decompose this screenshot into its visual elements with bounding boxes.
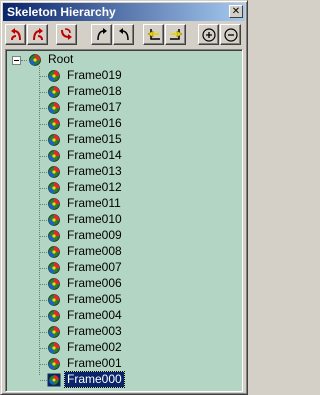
bone-node-icon — [48, 326, 60, 338]
tree-connector — [40, 332, 47, 333]
skeleton-tree[interactable]: Root Frame019 Frame018 Frame017 Frame016 Fra… — [5, 49, 243, 392]
plus-circle-icon — [202, 28, 216, 42]
bone-node-icon — [48, 262, 60, 274]
bone-node-icon — [48, 134, 60, 146]
tree-connector — [40, 284, 47, 285]
yellow-arrow-right-icon — [170, 29, 183, 40]
tree-node-label: Frame015 — [67, 132, 122, 146]
tree-connector — [40, 236, 47, 237]
tree-connector — [40, 252, 47, 253]
bone-node-icon — [29, 54, 41, 66]
tree-connector — [40, 76, 47, 77]
tree-node-label: Frame001 — [67, 356, 122, 370]
bone-node-icon — [48, 246, 60, 258]
move-down-button[interactable] — [113, 24, 134, 45]
red-arrow-up-right-icon — [33, 28, 43, 41]
tree-node-label: Frame003 — [67, 324, 122, 338]
bone-node-icon — [48, 70, 60, 82]
bone-node-icon — [48, 150, 60, 162]
tree-node-label: Frame017 — [67, 100, 122, 114]
tree-node-label: Frame010 — [67, 212, 122, 226]
move-up-button[interactable] — [91, 24, 112, 45]
tree-node-label: Frame008 — [67, 244, 122, 258]
tree-connector — [40, 380, 47, 381]
demote-button[interactable] — [165, 24, 186, 45]
tree-node-label: Frame013 — [67, 164, 122, 178]
bone-node-icon — [48, 86, 60, 98]
tree-node-label: Frame011 — [67, 196, 121, 210]
tree-connector — [40, 364, 47, 365]
yellow-arrow-left-icon — [147, 29, 160, 40]
bone-node-icon — [48, 102, 60, 114]
tree-node-label: Frame005 — [67, 292, 122, 306]
close-button[interactable]: ✕ — [229, 5, 243, 18]
bone-node-icon — [48, 358, 60, 370]
close-icon: ✕ — [231, 6, 241, 17]
bone-node-icon — [48, 294, 60, 306]
tree-node-label: Frame000 — [64, 371, 125, 388]
rotate-bone-button[interactable] — [56, 24, 77, 45]
bone-node-icon — [48, 230, 60, 242]
tree-node-label: Frame019 — [67, 68, 122, 82]
tree-connector — [40, 140, 47, 141]
tree-connector — [40, 316, 47, 317]
tree-node-label: Frame016 — [67, 116, 122, 130]
tree-connector — [40, 156, 47, 157]
skeleton-hierarchy-window: Skeleton Hierarchy ✕ Root Frame019 Frame… — [0, 0, 248, 395]
unlink-bone-up-button[interactable] — [27, 24, 48, 45]
collapse-node-toggle[interactable] — [12, 56, 21, 65]
bone-node-icon — [48, 118, 60, 130]
red-arrow-up-left-icon — [11, 28, 21, 41]
bone-node-icon — [48, 278, 60, 290]
tree-connector — [40, 124, 47, 125]
red-swap-arrows-icon — [61, 28, 72, 40]
toolbar — [1, 22, 249, 48]
tree-connector — [40, 300, 47, 301]
bone-node-icon — [48, 182, 60, 194]
bone-node-icon — [48, 214, 60, 226]
tree-node-label: Frame009 — [67, 228, 122, 242]
tree-connector — [40, 92, 47, 93]
tree-node-label: Frame004 — [67, 308, 122, 322]
tree-connector — [40, 220, 47, 221]
title-bar[interactable]: Skeleton Hierarchy ✕ — [3, 3, 245, 21]
tree-connector — [40, 204, 47, 205]
tree-connector — [40, 268, 47, 269]
bone-node-icon — [48, 166, 60, 178]
tree-node-label: Frame018 — [67, 84, 122, 98]
tree-node-label: Root — [48, 52, 74, 66]
tree-node-label: Frame007 — [67, 260, 122, 274]
black-arrow-up-left-icon — [119, 28, 129, 41]
tree-node-label: Frame006 — [67, 276, 122, 290]
bone-node-icon — [48, 342, 60, 354]
tree-connector — [40, 172, 47, 173]
black-arrow-up-right-icon — [97, 28, 107, 41]
window-title: Skeleton Hierarchy — [7, 5, 116, 19]
tree-connector — [40, 188, 47, 189]
tree-node-label: Frame014 — [67, 148, 122, 162]
minus-circle-icon — [224, 28, 238, 42]
tree-connector — [40, 108, 47, 109]
tree-connector — [21, 60, 27, 61]
bone-node-selected-icon — [47, 373, 61, 387]
collapse-all-button[interactable] — [220, 24, 241, 45]
bone-node-icon — [48, 198, 60, 210]
bone-node-icon — [48, 310, 60, 322]
tree-node-label: Frame012 — [67, 180, 122, 194]
tree-node-label: Frame002 — [67, 340, 122, 354]
expand-all-button[interactable] — [198, 24, 219, 45]
promote-button[interactable] — [143, 24, 164, 45]
link-bone-up-button[interactable] — [5, 24, 26, 45]
tree-connector — [40, 348, 47, 349]
